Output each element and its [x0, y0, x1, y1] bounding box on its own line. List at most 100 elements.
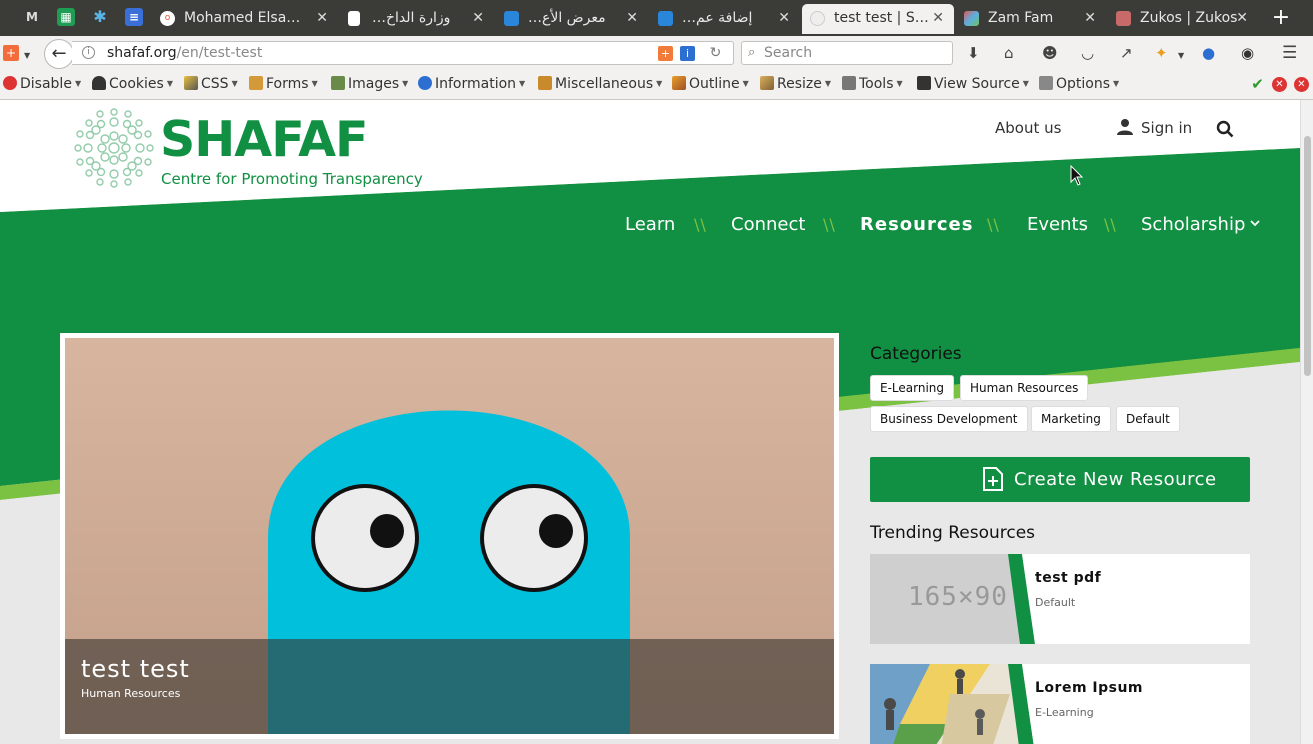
toolbar-label: CSS — [201, 76, 229, 92]
trending-item[interactable]: 165×90 test pdf Default — [870, 554, 1250, 644]
category-e-learning[interactable]: E-Learning — [870, 375, 955, 401]
nav-scholarship[interactable]: Scholarship — [1141, 214, 1245, 235]
trending-category[interactable]: Default — [1035, 596, 1075, 609]
url-bar[interactable]: i shafaf.org/en/test-test + i ↻ — [72, 41, 734, 65]
wand-icon — [184, 76, 198, 90]
toolbar-view-source[interactable]: View Source ▼ — [917, 76, 1029, 92]
close-icon[interactable]: ✕ — [626, 4, 638, 32]
download-icon[interactable]: ⬇ — [967, 43, 980, 63]
search-box[interactable]: ⌕ — [741, 41, 953, 65]
nav-separator: \\ — [823, 215, 836, 234]
error-icon[interactable]: ✕ — [1272, 77, 1287, 92]
hamburger-menu-icon[interactable]: ☰ — [1282, 43, 1297, 63]
nav-resources[interactable]: Resources — [860, 214, 973, 235]
check-icon[interactable]: ✔ — [1250, 77, 1265, 92]
toolbar-information[interactable]: Information ▼ — [418, 76, 525, 92]
logo-ring-icon — [74, 108, 154, 188]
featured-resource-card[interactable]: test test Human Resources — [60, 333, 839, 739]
category-marketing[interactable]: Marketing — [1031, 406, 1111, 432]
tab-title: test test | S… — [834, 10, 929, 26]
new-tab-button[interactable]: + — [1268, 4, 1294, 32]
toolbar-label: Cookies — [109, 76, 164, 92]
toolbar-cookies[interactable]: Cookies ▼ — [92, 76, 173, 92]
info-badge-icon[interactable]: i — [680, 46, 695, 61]
url-path: /en/test-test — [176, 45, 263, 61]
search-input[interactable] — [764, 44, 944, 62]
close-icon[interactable]: ✕ — [1236, 4, 1248, 32]
nav-learn[interactable]: Learn — [625, 214, 675, 235]
color-wheel-icon[interactable]: ◉ — [1241, 43, 1254, 63]
info-icon — [418, 76, 432, 90]
app-pinned-tab[interactable]: ✱ — [91, 8, 109, 26]
close-icon[interactable]: ✕ — [778, 4, 790, 32]
nav-events[interactable]: Events — [1027, 214, 1088, 235]
toolbar-tools[interactable]: Tools ▼ — [842, 76, 903, 92]
featured-caption: test test Human Resources — [65, 639, 834, 734]
close-icon[interactable]: ✕ — [472, 4, 484, 32]
toolbar-options[interactable]: Options ▼ — [1039, 76, 1119, 92]
toolbar-outline[interactable]: Outline ▼ — [672, 76, 749, 92]
trending-category[interactable]: E-Learning — [1035, 706, 1094, 719]
featured-category[interactable]: Human Resources — [81, 687, 180, 700]
clipboard-icon — [249, 76, 263, 90]
page-scrollbar[interactable] — [1300, 100, 1313, 744]
tab-ministry[interactable]: …وزارة الداخ ✕ — [340, 4, 494, 34]
emoji-icon[interactable]: ☻ — [1042, 43, 1058, 63]
toolbar-label: Disable — [20, 76, 72, 92]
category-human-resources[interactable]: Human Resources — [960, 375, 1089, 401]
tab-test-test[interactable]: test test | S… ✕ — [802, 4, 954, 34]
gmail-pinned-tab[interactable]: M — [23, 8, 41, 26]
search-icon[interactable] — [1216, 120, 1234, 138]
about-us-link[interactable]: About us — [995, 119, 1061, 137]
chevron-down-icon[interactable]: ▼ — [24, 46, 30, 66]
tab-zam-fam[interactable]: Zam Fam ✕ — [956, 4, 1106, 34]
close-icon[interactable]: ✕ — [1084, 4, 1096, 32]
toolbar-css[interactable]: CSS ▼ — [184, 76, 238, 92]
toolbar-label: Miscellaneous — [555, 76, 654, 92]
plus-icon[interactable]: + — [658, 46, 673, 61]
back-button[interactable]: ← — [44, 39, 74, 69]
tab-zukos[interactable]: Zukos | Zukos ✕ — [1108, 4, 1258, 34]
sports-thumbnail — [870, 664, 1035, 744]
toolbar-forms[interactable]: Forms ▼ — [249, 76, 318, 92]
tab-title: …معرض الأع — [528, 10, 606, 26]
reload-icon[interactable]: ↻ — [708, 46, 723, 61]
toolbar-label: View Source — [934, 76, 1020, 92]
sign-in-link[interactable]: Sign in — [1141, 119, 1192, 137]
pocket-icon[interactable]: ◡ — [1081, 43, 1094, 63]
shafaf-logo[interactable]: SHAFAF Centre for Promoting Transparency — [74, 108, 434, 188]
toolbar-disable[interactable]: Disable ▼ — [3, 76, 81, 92]
globe-icon[interactable]: ● — [1202, 43, 1215, 63]
category-business-development[interactable]: Business Development — [870, 406, 1028, 432]
create-new-resource-button[interactable]: Create New Resource — [870, 457, 1250, 502]
tab-gallery[interactable]: …معرض الأع ✕ — [496, 4, 648, 34]
nav-connect[interactable]: Connect — [731, 214, 805, 235]
close-icon[interactable]: ✕ — [932, 4, 944, 32]
toolbar-images[interactable]: Images ▼ — [331, 76, 408, 92]
web-developer-toolbar: Disable ▼ Cookies ▼ CSS ▼ Forms ▼ Images ▼ In… — [0, 70, 1313, 100]
docs-pinned-tab[interactable]: ≡ — [125, 8, 143, 26]
addon-icon[interactable]: + — [3, 45, 19, 61]
chevron-down-icon[interactable] — [1250, 218, 1260, 228]
toolbar-miscellaneous[interactable]: Miscellaneous ▼ — [538, 76, 662, 92]
close-icon[interactable]: ✕ — [1294, 77, 1309, 92]
sheets-pinned-tab[interactable]: ▦ — [57, 8, 75, 26]
user-icon[interactable] — [1116, 118, 1134, 136]
category-default[interactable]: Default — [1116, 406, 1180, 432]
close-icon[interactable]: ✕ — [316, 4, 328, 32]
nav-separator: \\ — [1104, 215, 1117, 234]
tab-olx[interactable]: o Mohamed Elsa… ✕ — [152, 4, 338, 34]
url-text[interactable]: shafaf.org/en/test-test — [107, 45, 262, 61]
trending-item[interactable]: Lorem Ipsum E-Learning — [870, 664, 1250, 744]
scrollbar-thumb[interactable] — [1304, 136, 1311, 376]
wand-icon[interactable]: ↗ — [1120, 43, 1133, 63]
extension-icon[interactable]: ✦ — [1155, 43, 1168, 63]
trending-title[interactable]: test pdf — [1035, 570, 1101, 586]
featured-title[interactable]: test test — [81, 655, 190, 683]
toolbar-resize[interactable]: Resize ▼ — [760, 76, 831, 92]
chevron-down-icon[interactable]: ▼ — [1178, 46, 1184, 66]
info-icon[interactable]: i — [82, 46, 95, 59]
trending-title[interactable]: Lorem Ipsum — [1035, 680, 1143, 696]
home-icon[interactable]: ⌂ — [1004, 43, 1014, 63]
tab-add-work[interactable]: …إضافة عم ✕ — [650, 4, 800, 34]
